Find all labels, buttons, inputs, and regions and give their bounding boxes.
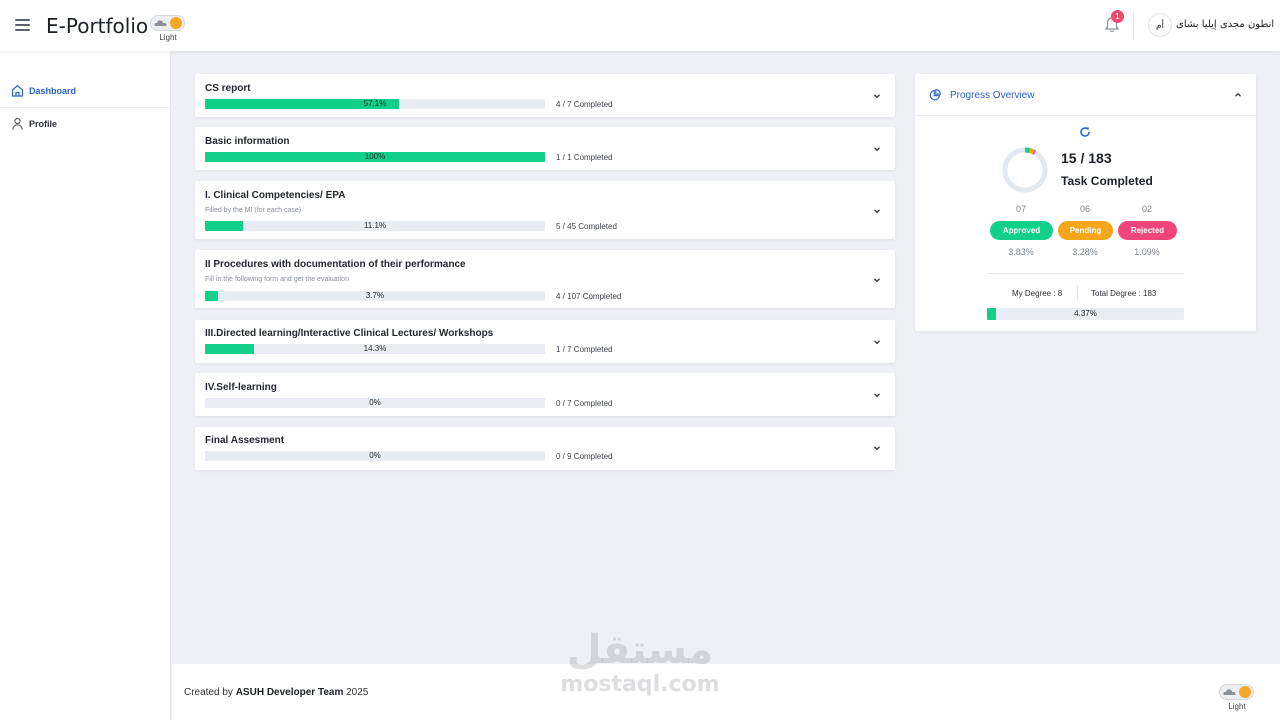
- progress-percent: 100%: [364, 152, 386, 161]
- section-title: II Procedures with documentation of thei…: [205, 259, 466, 270]
- progress-percent: 0%: [369, 451, 381, 460]
- progress-percent: 0%: [369, 398, 381, 407]
- completed-count: 4 / 7 Completed: [556, 100, 613, 109]
- footer-team: ASUH Developer Team: [235, 687, 344, 698]
- progress-bar: 100%: [205, 152, 545, 162]
- task-count: 15 / 183: [1061, 150, 1112, 166]
- pending-percent: 3.28%: [1072, 247, 1098, 257]
- menu-icon[interactable]: [15, 19, 30, 31]
- progress-bar: 14.3%: [205, 344, 545, 354]
- sun-icon: [1239, 686, 1251, 698]
- sun-icon: [170, 17, 182, 29]
- section-card[interactable]: III.Directed learning/Interactive Clinic…: [195, 320, 895, 363]
- section-card[interactable]: Final Assesment 0% 0 / 9 Completed: [195, 427, 895, 470]
- theme-label: Light: [159, 33, 177, 42]
- progress-percent: 14.3%: [363, 344, 387, 353]
- section-title: Final Assesment: [205, 435, 285, 446]
- degree-progress-bar: 4.37%: [987, 308, 1184, 320]
- completed-count: 1 / 7 Completed: [556, 345, 613, 354]
- progress-bar: 11.1%: [205, 221, 545, 231]
- pending-count: 06: [1079, 204, 1090, 214]
- section-title: CS report: [205, 83, 251, 94]
- chevron-down-icon[interactable]: [872, 275, 882, 285]
- cloud-icon: [154, 20, 167, 26]
- sidebar-item-profile[interactable]: Profile: [0, 108, 170, 140]
- footer: Created by ASUH Developer Team 2025 Ligh…: [172, 664, 1280, 720]
- progress-bar: 57.1%: [205, 99, 545, 109]
- section-card[interactable]: Basic information 100% 1 / 1 Completed: [195, 127, 895, 170]
- completed-count: 0 / 9 Completed: [556, 452, 613, 461]
- section-card[interactable]: IV.Self-learning 0% 0 / 7 Completed: [195, 373, 895, 416]
- completed-count: 0 / 7 Completed: [556, 399, 613, 408]
- sidebar-item-label: Profile: [29, 119, 58, 129]
- chevron-down-icon[interactable]: [872, 337, 882, 347]
- section-card[interactable]: CS report 57.1% 4 / 7 Completed: [195, 74, 895, 117]
- section-subtitle: Filled by the MI (for each case): [205, 207, 302, 214]
- section-card[interactable]: I. Clinical Competencies/ EPA Filled by …: [195, 181, 895, 239]
- home-icon: [11, 84, 24, 97]
- total-degree: Total Degree : 183: [1091, 289, 1157, 298]
- rejected-percent: 1.09%: [1134, 247, 1160, 257]
- section-subtitle: Fill in the following form and get the e…: [205, 276, 349, 283]
- footer-credit: Created by ASUH Developer Team 2025: [184, 687, 368, 698]
- pending-badge[interactable]: Pending: [1058, 221, 1113, 240]
- section-title: Basic information: [205, 136, 290, 147]
- chevron-down-icon[interactable]: [872, 390, 882, 400]
- footer-prefix: Created by: [184, 687, 236, 698]
- app-title: E-Portfolio: [46, 14, 149, 38]
- user-name[interactable]: انطون مجدى إيليا بشاى: [1176, 19, 1274, 30]
- completed-count: 5 / 45 Completed: [556, 222, 617, 231]
- chevron-down-icon[interactable]: [872, 443, 882, 453]
- chevron-down-icon[interactable]: [872, 206, 882, 216]
- chevron-up-icon[interactable]: [1233, 90, 1243, 100]
- top-bar: E-Portfolio Light 1 أم انطون مجدى إيليا …: [0, 0, 1280, 51]
- chevron-down-icon[interactable]: [872, 91, 882, 101]
- progress-percent: 3.7%: [365, 291, 385, 300]
- rejected-count: 02: [1141, 204, 1152, 214]
- progress-percent: 57.1%: [363, 99, 387, 108]
- approved-percent: 3.83%: [1008, 247, 1034, 257]
- pie-chart-icon: [929, 89, 941, 101]
- progress-overview-header[interactable]: Progress Overview: [915, 74, 1256, 116]
- completion-donut: [1002, 147, 1048, 193]
- overview-divider: [987, 273, 1184, 274]
- section-title: IV.Self-learning: [205, 382, 277, 393]
- chevron-down-icon[interactable]: [872, 144, 882, 154]
- task-count-label: Task Completed: [1061, 174, 1153, 188]
- section-title: I. Clinical Competencies/ EPA: [205, 190, 346, 201]
- completed-count: 1 / 1 Completed: [556, 153, 613, 162]
- section-card[interactable]: II Procedures with documentation of thei…: [195, 250, 895, 308]
- section-title: III.Directed learning/Interactive Clinic…: [205, 328, 494, 339]
- cloud-icon: [1223, 689, 1236, 695]
- panel-title: Progress Overview: [950, 90, 1035, 101]
- theme-toggle[interactable]: Light: [149, 15, 187, 45]
- progress-overview-panel: Progress Overview 15 / 183 Task Complete…: [915, 74, 1256, 331]
- theme-label: Light: [1228, 702, 1246, 711]
- progress-bar: 3.7%: [205, 291, 545, 301]
- degree-divider: [1077, 286, 1078, 300]
- rejected-badge[interactable]: Rejected: [1118, 221, 1177, 240]
- user-icon: [12, 117, 23, 130]
- header-divider: [1133, 12, 1134, 40]
- sidebar-item-dashboard[interactable]: Dashboard: [0, 75, 170, 107]
- progress-percent: 11.1%: [363, 221, 387, 230]
- notification-badge: 1: [1111, 10, 1124, 23]
- progress-bar: 0%: [205, 398, 545, 408]
- sidebar-item-label: Dashboard: [29, 86, 77, 96]
- sidebar: Dashboard Profile: [0, 51, 171, 720]
- degree-percent: 4.37%: [1074, 309, 1097, 318]
- donut-track: [1002, 147, 1048, 193]
- refresh-icon[interactable]: [1079, 126, 1091, 138]
- footer-year: 2025: [343, 687, 369, 698]
- avatar[interactable]: أم: [1148, 13, 1172, 37]
- footer-theme-toggle[interactable]: Light: [1218, 684, 1256, 714]
- approved-count: 07: [1015, 204, 1026, 214]
- progress-bar: 0%: [205, 451, 545, 461]
- approved-badge[interactable]: Approved: [990, 221, 1053, 240]
- completed-count: 4 / 107 Completed: [556, 292, 622, 301]
- my-degree: My Degree : 8: [1012, 289, 1063, 298]
